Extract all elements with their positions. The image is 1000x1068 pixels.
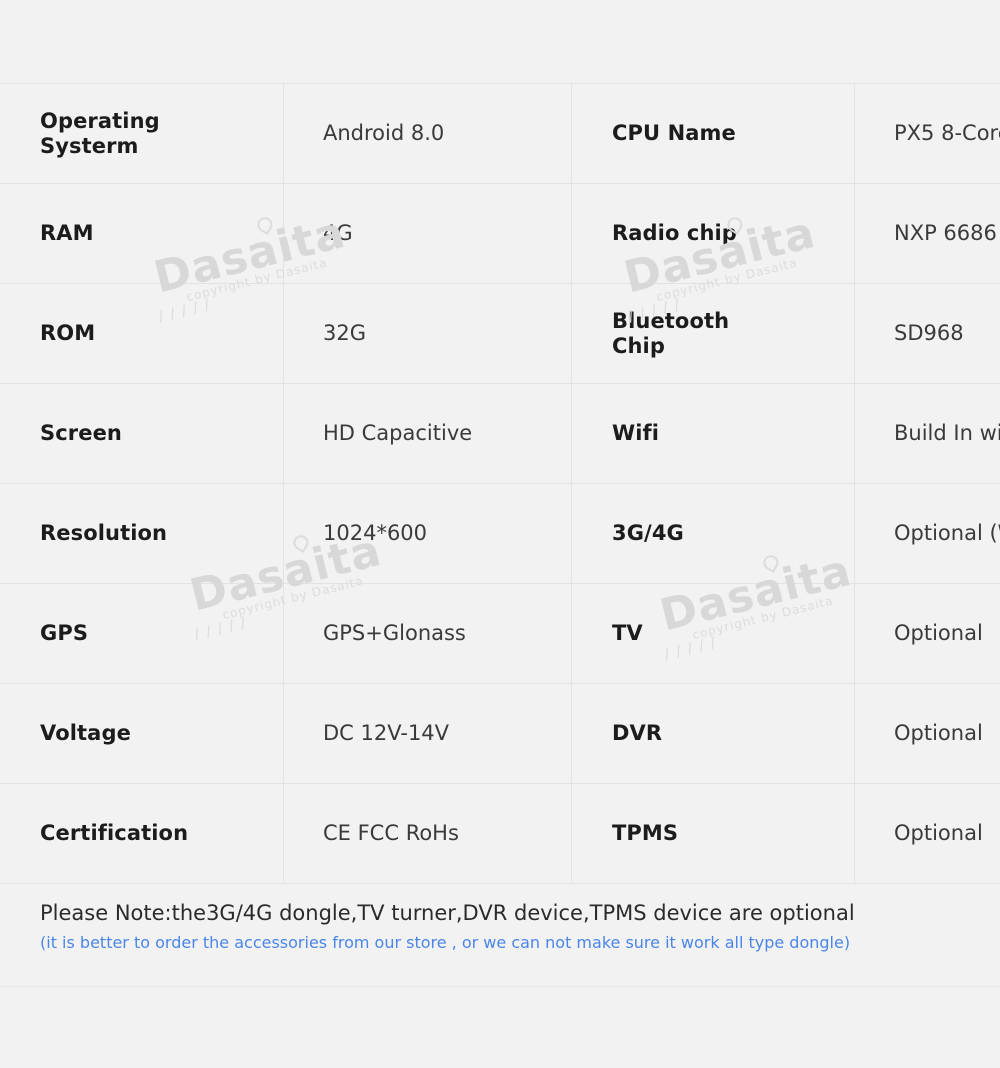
table-row: Certification CE FCC RoHs TPMS Optional xyxy=(0,783,1000,884)
spec-value-right-text: Optional xyxy=(894,721,983,746)
spec-value-right: SD968 xyxy=(854,283,1000,384)
spec-label-right: 3G/4G xyxy=(571,483,855,584)
spec-label-right: Wifi xyxy=(571,383,855,484)
spec-value-left-text: 32G xyxy=(323,321,366,346)
spec-value-left-text: 4G xyxy=(323,221,353,246)
spec-value-left: 1024*600 xyxy=(283,483,572,584)
spec-value-right: NXP 6686 xyxy=(854,183,1000,284)
spec-value-left: 4G xyxy=(283,183,572,284)
spec-value-left: CE FCC RoHs xyxy=(283,783,572,884)
spec-label-left: Voltage xyxy=(0,683,284,784)
spec-label-left-text-line2: Systerm xyxy=(40,133,139,158)
table-row: GPS GPS+Glonass TV Optional xyxy=(0,583,1000,684)
spec-label-right-text: DVR xyxy=(612,721,663,746)
spec-value-left-text: GPS+Glonass xyxy=(323,621,466,646)
spec-label-left: Screen xyxy=(0,383,284,484)
spec-value-left: DC 12V-14V xyxy=(283,683,572,784)
spec-label-left-text: GPS xyxy=(40,621,89,646)
spec-label-left-text: Certification xyxy=(40,821,189,846)
spec-label-left-text: Operating xyxy=(40,109,160,134)
spec-label-left-text: Screen xyxy=(40,421,122,446)
table-row: Voltage DC 12V-14V DVR Optional xyxy=(0,683,1000,784)
footer-note: Please Note:the3G/4G dongle,TV turner,DV… xyxy=(0,884,1000,987)
spec-label-right-text: CPU Name xyxy=(612,121,736,146)
spec-label-right: TV xyxy=(571,583,855,684)
spec-label-left: Resolution xyxy=(0,483,284,584)
spec-label-left-text: RAM xyxy=(40,221,94,246)
table-row: Resolution 1024*600 3G/4G Optional (WCDMA) xyxy=(0,483,1000,584)
table-row: RAM 4G Radio chip NXP 6686 xyxy=(0,183,1000,284)
spec-label-right-text: TPMS xyxy=(612,821,679,846)
spec-value-left-text: 1024*600 xyxy=(323,521,428,546)
spec-label-right-text: 3G/4G xyxy=(612,521,684,546)
spec-label-right-text-line2: Chip xyxy=(612,333,665,358)
specification-table-body: Operating Systerm Android 8.0 CPU Name PX5 8… xyxy=(0,83,1000,884)
spec-label-left-text: ROM xyxy=(40,321,96,346)
spec-label-right: Radio chip xyxy=(571,183,855,284)
spec-value-right-text: PX5 8-Core xyxy=(894,121,1000,146)
spec-value-left: Android 8.0 xyxy=(283,83,572,184)
spec-label-left: RAM xyxy=(0,183,284,284)
spec-value-right: Optional xyxy=(854,583,1000,684)
spec-label-left: ROM xyxy=(0,283,284,384)
spec-label-right-text: Wifi xyxy=(612,421,660,446)
spec-label-right-text: TV xyxy=(612,621,643,646)
spec-label-left-text: Voltage xyxy=(40,721,131,746)
spec-label-right: TPMS xyxy=(571,783,855,884)
specification-table: Operating Systerm Android 8.0 CPU Name PX5 8… xyxy=(0,83,1000,884)
spec-value-left-text: DC 12V-14V xyxy=(323,721,450,746)
spec-value-left-text: HD Capacitive xyxy=(323,421,473,446)
spec-value-right: Build In wifi xyxy=(854,383,1000,484)
spec-value-right-text: Optional xyxy=(894,821,983,846)
table-row: Operating Systerm Android 8.0 CPU Name PX5 8… xyxy=(0,83,1000,184)
spec-value-right: Optional xyxy=(854,683,1000,784)
spec-value-left: 32G xyxy=(283,283,572,384)
spec-value-right-text: NXP 6686 xyxy=(894,221,997,246)
spec-value-right-text: Build In wifi xyxy=(894,421,1000,446)
spec-label-right: Bluetooth Chip xyxy=(571,283,855,384)
spec-label-right-text: Radio chip xyxy=(612,221,737,246)
spec-label-left: GPS xyxy=(0,583,284,684)
spec-value-left: GPS+Glonass xyxy=(283,583,572,684)
footer-note-main: Please Note:the3G/4G dongle,TV turner,DV… xyxy=(40,901,855,925)
spec-value-left-text: CE FCC RoHs xyxy=(323,821,459,846)
spec-value-right-text: Optional xyxy=(894,621,983,646)
table-row: ROM 32G Bluetooth Chip SD968 xyxy=(0,283,1000,384)
spec-label-right: CPU Name xyxy=(571,83,855,184)
spec-value-left-text: Android 8.0 xyxy=(323,121,445,146)
spec-label-left: Certification xyxy=(0,783,284,884)
spec-value-right: PX5 8-Core xyxy=(854,83,1000,184)
spec-value-right-text: Optional (WCDMA) xyxy=(894,521,1000,546)
spec-value-right-text: SD968 xyxy=(894,321,964,346)
spec-label-right-text: Bluetooth xyxy=(612,309,730,334)
spec-label-right: DVR xyxy=(571,683,855,784)
footer-note-sub: (it is better to order the accessories f… xyxy=(40,933,851,953)
spec-value-right: Optional (WCDMA) xyxy=(854,483,1000,584)
spec-sheet-page: Dasaita copyright by Dasaita / / / / / D… xyxy=(0,0,1000,1068)
table-row: Screen HD Capacitive Wifi Build In wifi xyxy=(0,383,1000,484)
spec-label-left-text: Resolution xyxy=(40,521,168,546)
spec-value-left: HD Capacitive xyxy=(283,383,572,484)
spec-label-left: Operating Systerm xyxy=(0,83,284,184)
spec-value-right: Optional xyxy=(854,783,1000,884)
